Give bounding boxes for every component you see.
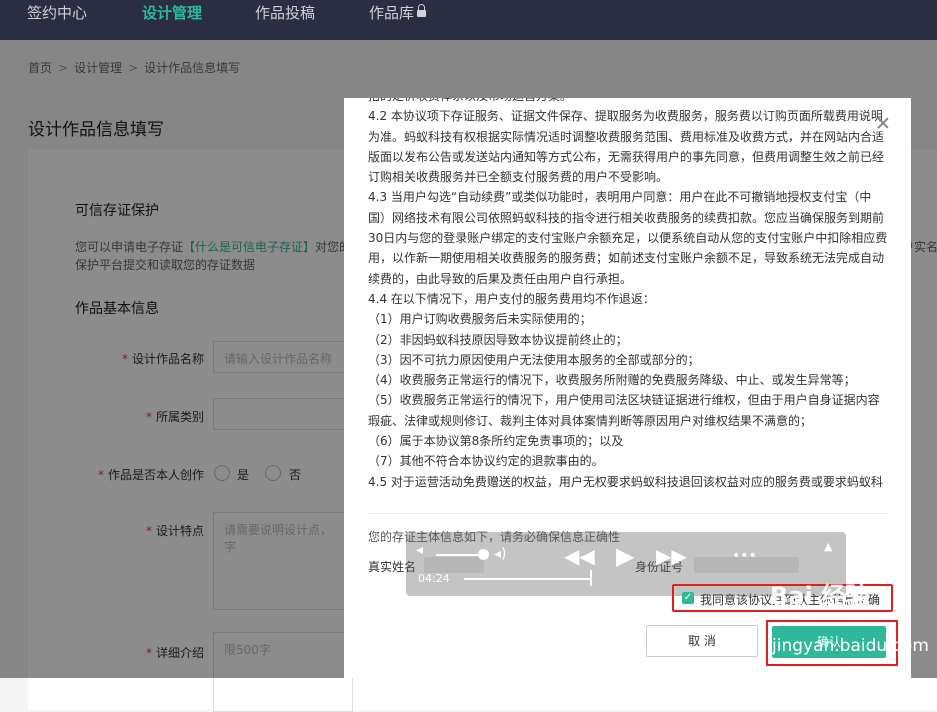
agreement-paragraph: 4.3 当用户勾选“自动续费”或类似功能时，表明用户同意：用户在此不可撤销地授权…	[368, 190, 888, 286]
agreement-paragraph: （7）其他不符合本协议约定的退款事由的。	[368, 454, 604, 469]
more-icon[interactable]: •••	[732, 548, 757, 564]
top-nav: 签约中心 设计管理 作品投稿 作品库	[0, 0, 937, 40]
agreement-paragraph: （1）用户订购收费服务后未实际使用的；	[368, 312, 592, 327]
agreement-content[interactable]: 括的定价收费体系以及市场运营方案。 4.2 本协议项下存证服务、证据文件保存、提取…	[368, 98, 888, 511]
cancel-button[interactable]: 取 消	[646, 625, 758, 657]
nav-item-work-library[interactable]: 作品库	[369, 0, 427, 40]
watermark-url: jingyan.baidu.com	[772, 636, 929, 656]
volume-slider-track[interactable]	[436, 554, 478, 556]
agreement-paragraph: 括的定价收费体系以及市场运营方案。	[368, 98, 888, 106]
play-icon[interactable]: ▶	[616, 542, 634, 570]
close-icon[interactable]	[875, 116, 891, 132]
nav-item-design-management[interactable]: 设计管理	[142, 0, 202, 40]
agreement-paragraph: 4.4 在以下情况下，用户支付的服务费用均不作退返：	[368, 291, 655, 306]
agreement-paragraph: 4.2 本协议项下存证服务、证据文件保存、提取服务为收费服务，服务费以订购页面所…	[368, 109, 885, 185]
fast-forward-icon[interactable]: ▶▶	[656, 544, 687, 568]
playback-progress-handle[interactable]	[590, 570, 592, 586]
volume-high-icon[interactable]: ◂)	[494, 546, 507, 562]
agreement-paragraph: （2）非因蚂蚁科技原因导致本协议提前终止的；	[368, 332, 628, 347]
lock-icon	[417, 3, 427, 19]
playback-progress-track[interactable]	[464, 578, 592, 580]
agreement-paragraph: （4）收费服务正常运行的情况下，收费服务所附赠的免费服务降级、中止、或发生异常等…	[368, 373, 856, 388]
chevron-up-icon[interactable]: ▲	[824, 540, 832, 553]
agree-checkbox[interactable]: ✓	[682, 592, 694, 604]
nav-item-work-submission[interactable]: 作品投稿	[255, 0, 315, 40]
divider	[368, 513, 888, 514]
rewind-icon[interactable]: ◀◀	[564, 544, 595, 568]
watermark-logo: Bai 经验	[770, 582, 870, 610]
agreement-paragraph: （6）属于本协议第8条所约定免责事项的；以及	[368, 434, 624, 449]
nav-item-signing-center[interactable]: 签约中心	[27, 0, 87, 40]
volume-low-icon[interactable]: ◂	[416, 542, 423, 558]
agreement-paragraph: 4.5 对于运营活动免费赠送的权益，用户无权要求蚂蚁科技退回该权益对应的服务费或…	[368, 474, 883, 489]
agreement-paragraph: （3）因不可抗力原因使用户无法使用本服务的全部或部分的；	[368, 352, 700, 367]
agreement-paragraph: （5）收费服务正常运行的情况下，用户使用司法区块链证据进行维权，但由于用户自身证…	[368, 393, 880, 428]
playback-time: 04:24	[418, 572, 450, 585]
volume-slider-handle[interactable]	[478, 549, 489, 560]
